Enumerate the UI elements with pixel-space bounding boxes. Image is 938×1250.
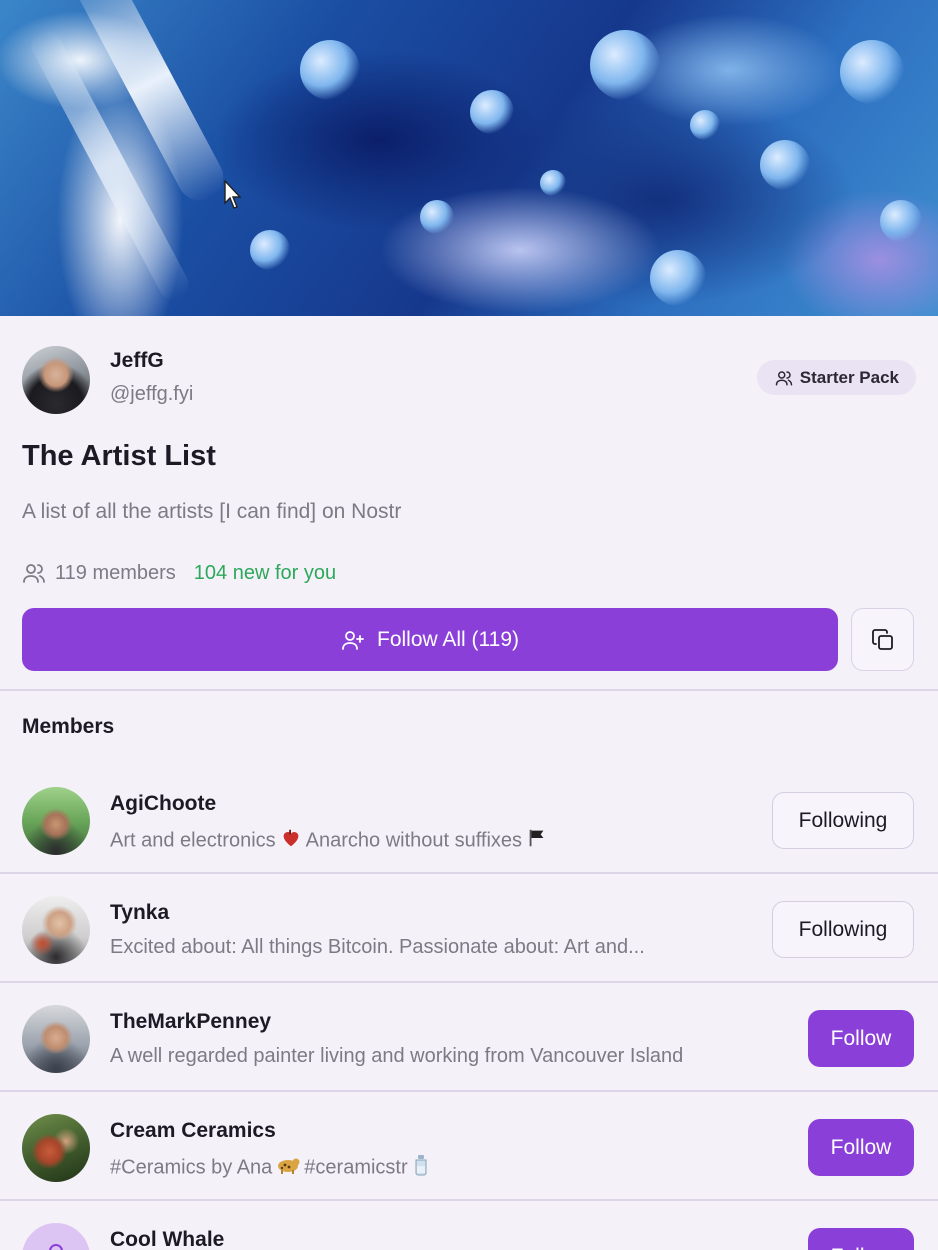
copy-button[interactable] [851, 608, 914, 671]
section-divider [0, 689, 938, 691]
users-icon [775, 370, 793, 385]
author-handle[interactable]: @jeffg.fyi [110, 383, 193, 406]
avatar[interactable] [22, 1005, 90, 1073]
member-bio-text: #Ceramics by Ana [110, 1156, 273, 1179]
list-title: The Artist List [22, 440, 216, 472]
jar-emoji-icon [412, 1154, 430, 1182]
follow-button[interactable]: Follow [808, 1119, 914, 1176]
list-item[interactable]: Tynka Excited about: All things Bitcoin.… [0, 875, 938, 983]
avatar[interactable] [22, 1114, 90, 1182]
new-for-you-count: 104 new for you [193, 561, 337, 584]
following-button[interactable]: Following [772, 901, 914, 958]
list-item[interactable]: Cream Ceramics #Ceramics by Ana #ceramics… [0, 1093, 938, 1201]
row-divider [0, 1199, 938, 1201]
heart-emoji-icon [280, 827, 302, 855]
member-bio: A well regarded painter living and worki… [110, 1045, 684, 1067]
list-item[interactable]: Cool Whale Follow [0, 1202, 938, 1250]
member-bio: Excited about: All things Bitcoin. Passi… [110, 936, 645, 958]
members-heading: Members [22, 715, 115, 738]
author-header: JeffG @jeffg.fyi Starter Pack [22, 345, 916, 415]
list-stats: 119 members 104 new for you [22, 560, 336, 586]
author-avatar[interactable] [22, 346, 90, 414]
member-name[interactable]: Cool Whale [110, 1228, 224, 1250]
member-bio-text: Anarcho without suffixes [305, 829, 523, 852]
member-bio-text: Art and electronics [110, 829, 276, 852]
member-name[interactable]: Tynka [110, 901, 169, 925]
copy-icon [871, 628, 893, 650]
mouse-pointer-icon [224, 180, 242, 209]
users-icon [23, 564, 45, 583]
row-divider [0, 981, 938, 983]
user-plus-icon [342, 630, 364, 650]
follow-button[interactable]: Follow [808, 1228, 914, 1250]
author-name[interactable]: JeffG [110, 349, 164, 373]
member-name[interactable]: Cream Ceramics [110, 1119, 276, 1143]
list-item[interactable]: AgiChoote Art and electronics Anarcho wit… [0, 766, 938, 874]
black-flag-icon [526, 827, 548, 855]
member-name[interactable]: TheMarkPenney [110, 1010, 271, 1034]
avatar[interactable] [22, 787, 90, 855]
members-count: 119 members [55, 561, 176, 584]
follow-button[interactable]: Follow [808, 1010, 914, 1067]
avatar[interactable] [22, 896, 90, 964]
list-item[interactable]: TheMarkPenney A well regarded painter li… [0, 984, 938, 1092]
avatar[interactable] [22, 1223, 90, 1250]
following-button[interactable]: Following [772, 792, 914, 849]
badge-label: Starter Pack [799, 367, 899, 387]
follow-all-button[interactable]: Follow All (119) [22, 608, 838, 671]
member-bio: #Ceramics by Ana #ceramicstr [110, 1154, 434, 1182]
member-bio-text: #ceramicstr [304, 1156, 408, 1179]
member-name[interactable]: AgiChoote [110, 792, 216, 816]
list-description: A list of all the artists [I can find] o… [22, 500, 402, 523]
follow-all-label: Follow All (119) [377, 627, 519, 651]
banner-image [0, 0, 938, 316]
row-divider [0, 872, 938, 874]
starter-pack-badge: Starter Pack [756, 360, 916, 395]
user-icon [49, 1244, 63, 1250]
leopard-emoji-icon [276, 1155, 300, 1181]
member-bio: Art and electronics Anarcho without suffi… [110, 827, 552, 855]
row-divider [0, 1090, 938, 1092]
